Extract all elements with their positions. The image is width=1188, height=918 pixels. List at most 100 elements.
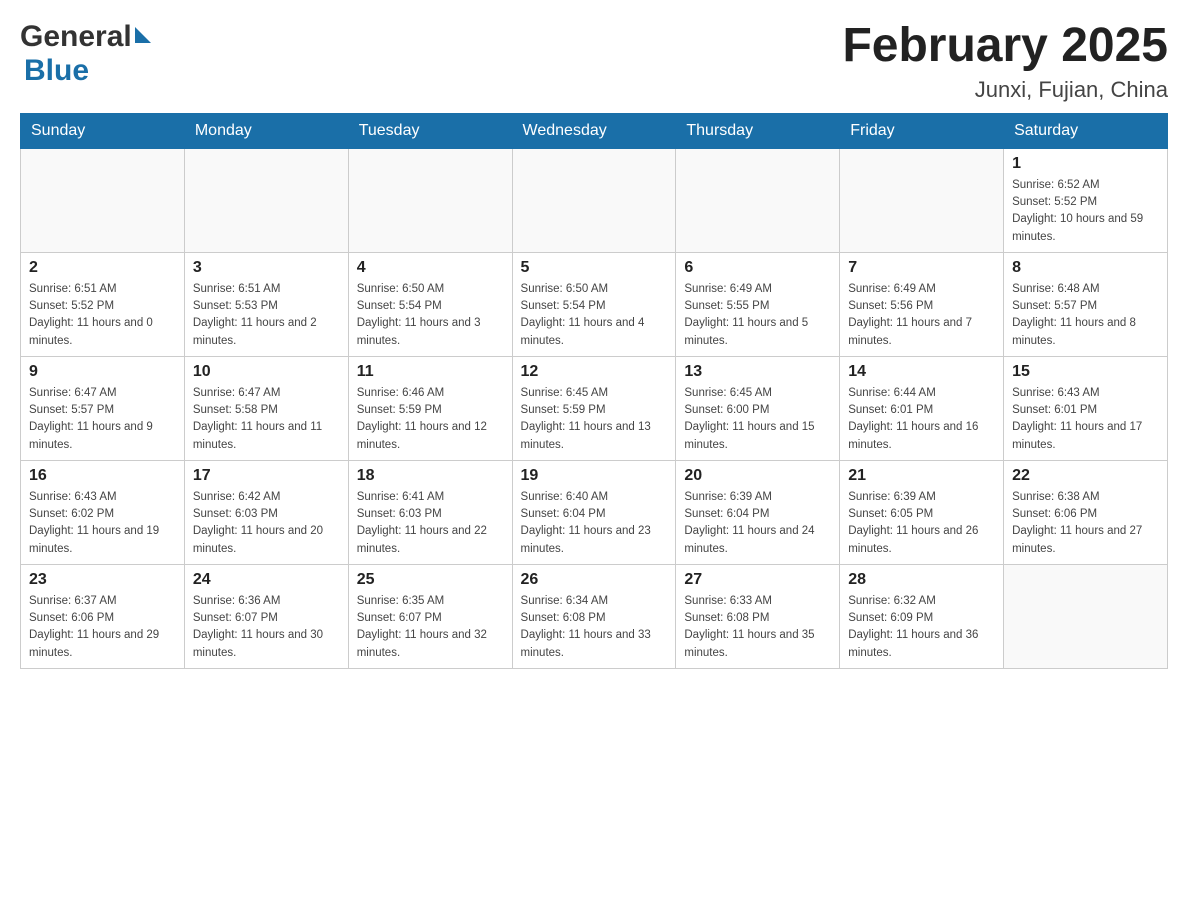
header-sunday: Sunday [21, 113, 185, 148]
table-row [184, 148, 348, 252]
table-row: 23 Sunrise: 6:37 AMSunset: 6:06 PMDayligh… [21, 564, 185, 668]
day-number: 10 [193, 363, 340, 381]
calendar: Sunday Monday Tuesday Wednesday Thursday… [20, 113, 1168, 669]
header-thursday: Thursday [676, 113, 840, 148]
table-row: 16 Sunrise: 6:43 AMSunset: 6:02 PMDayligh… [21, 460, 185, 564]
table-row: 2 Sunrise: 6:51 AMSunset: 5:52 PMDaylight… [21, 252, 185, 356]
day-number: 13 [684, 363, 831, 381]
day-number: 2 [29, 259, 176, 277]
table-row: 19 Sunrise: 6:40 AMSunset: 6:04 PMDayligh… [512, 460, 676, 564]
day-info: Sunrise: 6:50 AMSunset: 5:54 PMDaylight:… [521, 281, 668, 350]
day-info: Sunrise: 6:51 AMSunset: 5:52 PMDaylight:… [29, 281, 176, 350]
header: General Blue February 2025 Junxi, Fujian… [20, 20, 1168, 103]
table-row: 4 Sunrise: 6:50 AMSunset: 5:54 PMDaylight… [348, 252, 512, 356]
day-number: 19 [521, 467, 668, 485]
day-info: Sunrise: 6:39 AMSunset: 6:04 PMDaylight:… [684, 489, 831, 558]
table-row [348, 148, 512, 252]
calendar-week-row: 1Sunrise: 6:52 AMSunset: 5:52 PMDaylight… [21, 148, 1168, 252]
table-row: 12Sunrise: 6:45 AMSunset: 5:59 PMDayligh… [512, 356, 676, 460]
table-row: 5Sunrise: 6:50 AMSunset: 5:54 PMDaylight… [512, 252, 676, 356]
calendar-week-row: 23 Sunrise: 6:37 AMSunset: 6:06 PMDayligh… [21, 564, 1168, 668]
table-row: 22Sunrise: 6:38 AMSunset: 6:06 PMDayligh… [1004, 460, 1168, 564]
day-number: 23 [29, 571, 176, 589]
day-info: Sunrise: 6:47 AMSunset: 5:58 PMDaylight:… [193, 385, 340, 454]
day-info: Sunrise: 6:47 AMSunset: 5:57 PMDaylight:… [29, 385, 176, 454]
table-row: 27 Sunrise: 6:33 AMSunset: 6:08 PMDayligh… [676, 564, 840, 668]
table-row [21, 148, 185, 252]
table-row: 28 Sunrise: 6:32 AMSunset: 6:09 PMDayligh… [840, 564, 1004, 668]
day-number: 11 [357, 363, 504, 381]
day-number: 3 [193, 259, 340, 277]
table-row: 17 Sunrise: 6:42 AMSunset: 6:03 PMDayligh… [184, 460, 348, 564]
day-number: 18 [357, 467, 504, 485]
table-row [1004, 564, 1168, 668]
table-row: 8 Sunrise: 6:48 AMSunset: 5:57 PMDaylight… [1004, 252, 1168, 356]
day-info: Sunrise: 6:48 AMSunset: 5:57 PMDaylight:… [1012, 281, 1159, 350]
day-info: Sunrise: 6:39 AMSunset: 6:05 PMDaylight:… [848, 489, 995, 558]
table-row: 25 Sunrise: 6:35 AMSunset: 6:07 PMDayligh… [348, 564, 512, 668]
table-row: 14 Sunrise: 6:44 AMSunset: 6:01 PMDayligh… [840, 356, 1004, 460]
day-info: Sunrise: 6:36 AMSunset: 6:07 PMDaylight:… [193, 593, 340, 662]
day-number: 21 [848, 467, 995, 485]
table-row: 7 Sunrise: 6:49 AMSunset: 5:56 PMDaylight… [840, 252, 1004, 356]
day-number: 22 [1012, 467, 1159, 485]
day-number: 25 [357, 571, 504, 589]
calendar-week-row: 9 Sunrise: 6:47 AMSunset: 5:57 PMDaylight… [21, 356, 1168, 460]
day-info: Sunrise: 6:45 AMSunset: 5:59 PMDaylight:… [521, 385, 668, 454]
day-number: 17 [193, 467, 340, 485]
table-row: 11 Sunrise: 6:46 AMSunset: 5:59 PMDayligh… [348, 356, 512, 460]
day-number: 6 [684, 259, 831, 277]
day-info: Sunrise: 6:42 AMSunset: 6:03 PMDaylight:… [193, 489, 340, 558]
logo-general-text: General [20, 20, 132, 54]
day-number: 15 [1012, 363, 1159, 381]
table-row: 18 Sunrise: 6:41 AMSunset: 6:03 PMDayligh… [348, 460, 512, 564]
day-info: Sunrise: 6:41 AMSunset: 6:03 PMDaylight:… [357, 489, 504, 558]
day-number: 1 [1012, 155, 1159, 173]
day-info: Sunrise: 6:45 AMSunset: 6:00 PMDaylight:… [684, 385, 831, 454]
header-monday: Monday [184, 113, 348, 148]
header-saturday: Saturday [1004, 113, 1168, 148]
table-row: 26 Sunrise: 6:34 AMSunset: 6:08 PMDayligh… [512, 564, 676, 668]
logo-blue-text: Blue [24, 54, 89, 87]
table-row: 1Sunrise: 6:52 AMSunset: 5:52 PMDaylight… [1004, 148, 1168, 252]
table-row: 10 Sunrise: 6:47 AMSunset: 5:58 PMDayligh… [184, 356, 348, 460]
table-row: 3 Sunrise: 6:51 AMSunset: 5:53 PMDaylight… [184, 252, 348, 356]
calendar-week-row: 16 Sunrise: 6:43 AMSunset: 6:02 PMDayligh… [21, 460, 1168, 564]
day-info: Sunrise: 6:35 AMSunset: 6:07 PMDaylight:… [357, 593, 504, 662]
day-info: Sunrise: 6:40 AMSunset: 6:04 PMDaylight:… [521, 489, 668, 558]
day-number: 16 [29, 467, 176, 485]
day-info: Sunrise: 6:32 AMSunset: 6:09 PMDaylight:… [848, 593, 995, 662]
table-row: 6 Sunrise: 6:49 AMSunset: 5:55 PMDaylight… [676, 252, 840, 356]
title-area: February 2025 Junxi, Fujian, China [842, 20, 1168, 103]
day-number: 4 [357, 259, 504, 277]
day-info: Sunrise: 6:43 AMSunset: 6:02 PMDaylight:… [29, 489, 176, 558]
day-info: Sunrise: 6:51 AMSunset: 5:53 PMDaylight:… [193, 281, 340, 350]
day-info: Sunrise: 6:33 AMSunset: 6:08 PMDaylight:… [684, 593, 831, 662]
table-row: 20Sunrise: 6:39 AMSunset: 6:04 PMDayligh… [676, 460, 840, 564]
day-number: 7 [848, 259, 995, 277]
day-number: 26 [521, 571, 668, 589]
day-number: 8 [1012, 259, 1159, 277]
table-row: 21 Sunrise: 6:39 AMSunset: 6:05 PMDayligh… [840, 460, 1004, 564]
day-info: Sunrise: 6:50 AMSunset: 5:54 PMDaylight:… [357, 281, 504, 350]
header-wednesday: Wednesday [512, 113, 676, 148]
day-number: 9 [29, 363, 176, 381]
table-row: 15Sunrise: 6:43 AMSunset: 6:01 PMDayligh… [1004, 356, 1168, 460]
day-info: Sunrise: 6:44 AMSunset: 6:01 PMDaylight:… [848, 385, 995, 454]
day-number: 14 [848, 363, 995, 381]
day-info: Sunrise: 6:49 AMSunset: 5:56 PMDaylight:… [848, 281, 995, 350]
table-row: 9 Sunrise: 6:47 AMSunset: 5:57 PMDaylight… [21, 356, 185, 460]
day-info: Sunrise: 6:34 AMSunset: 6:08 PMDaylight:… [521, 593, 668, 662]
logo-triangle-icon [135, 27, 151, 43]
day-number: 28 [848, 571, 995, 589]
day-info: Sunrise: 6:49 AMSunset: 5:55 PMDaylight:… [684, 281, 831, 350]
day-info: Sunrise: 6:46 AMSunset: 5:59 PMDaylight:… [357, 385, 504, 454]
header-tuesday: Tuesday [348, 113, 512, 148]
calendar-week-row: 2 Sunrise: 6:51 AMSunset: 5:52 PMDaylight… [21, 252, 1168, 356]
table-row [512, 148, 676, 252]
table-row: 13 Sunrise: 6:45 AMSunset: 6:00 PMDayligh… [676, 356, 840, 460]
day-number: 27 [684, 571, 831, 589]
day-info: Sunrise: 6:37 AMSunset: 6:06 PMDaylight:… [29, 593, 176, 662]
weekday-header-row: Sunday Monday Tuesday Wednesday Thursday… [21, 113, 1168, 148]
logo: General Blue [20, 20, 151, 88]
